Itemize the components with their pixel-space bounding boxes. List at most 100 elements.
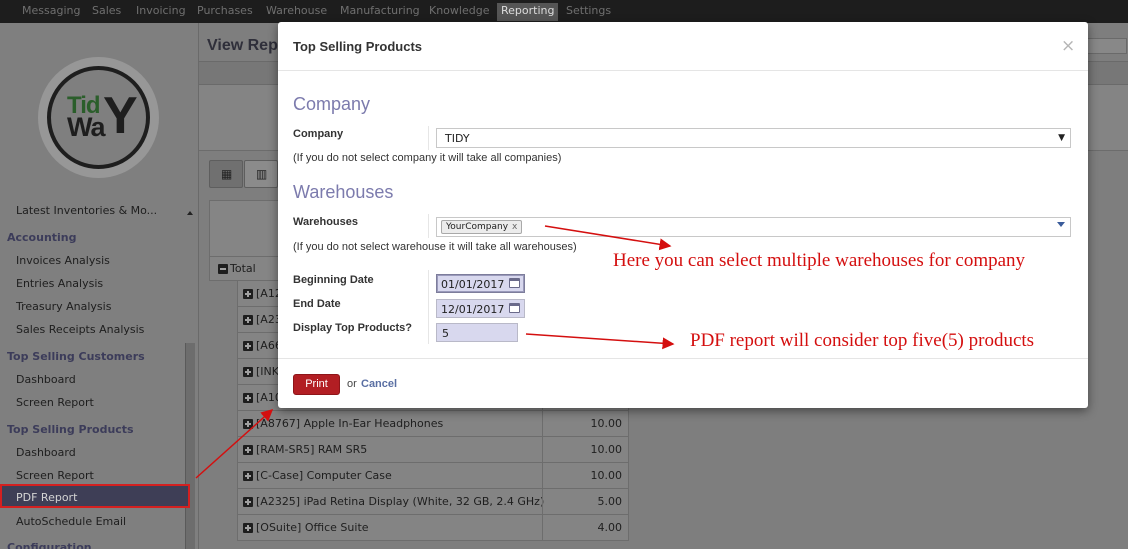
logo-text-way: Wa (67, 112, 105, 142)
sidebar-item-products-dashboard[interactable]: Dashboard (16, 446, 76, 459)
expand-icon[interactable] (243, 367, 253, 377)
company-field-label: Company (293, 128, 344, 140)
logo-text-y: Y (103, 87, 138, 145)
grid-icon: ▦ (221, 167, 233, 181)
grid-view-button[interactable]: ▦ (209, 160, 243, 188)
beginning-date-input[interactable]: 01/01/2017 (436, 274, 525, 293)
end-date-label: End Date (293, 298, 341, 310)
row-name: [C-Case] Computer Case (256, 469, 392, 482)
cancel-link[interactable]: Cancel (361, 378, 397, 390)
collapse-icon[interactable] (218, 264, 228, 274)
sidebar-section-configuration: Configuration (7, 541, 92, 549)
collapse-caret-icon[interactable] (187, 211, 193, 215)
display-top-products-value: 5 (442, 327, 449, 340)
company-hint: (If you do not select company it will ta… (293, 152, 562, 164)
warehouses-section-title: Warehouses (293, 182, 394, 202)
row-value: 4.00 (542, 515, 630, 540)
expand-icon[interactable] (243, 445, 253, 455)
row-name: [OSuite] Office Suite (256, 521, 369, 534)
field-separator (428, 126, 429, 150)
table-row[interactable]: [A2325] iPad Retina Display (White, 32 G… (237, 489, 629, 515)
row-value: 10.00 (542, 411, 630, 436)
sidebar-scrollbar[interactable] (185, 343, 195, 549)
company-logo: Tid Wa Y (38, 57, 159, 178)
graph-view-button[interactable]: ▥ (244, 160, 278, 188)
display-top-products-input[interactable]: 5 (436, 323, 518, 342)
row-name: [INK (256, 365, 279, 378)
end-date-value: 12/01/2017 (441, 303, 505, 316)
page-title: View Rep (207, 37, 278, 54)
total-label: Total (230, 262, 256, 275)
sidebar-section-accounting: Accounting (7, 231, 77, 244)
menu-manufacturing[interactable]: Manufacturing (340, 4, 420, 17)
sidebar-item-customers-screen-report[interactable]: Screen Report (16, 396, 94, 409)
end-date-input[interactable]: 12/01/2017 (436, 299, 525, 318)
warehouses-hint: (If you do not select warehouse it will … (293, 241, 577, 253)
menu-reporting[interactable]: Reporting (497, 3, 559, 21)
expand-icon[interactable] (243, 523, 253, 533)
warehouse-tag-label: YourCompany (446, 222, 509, 232)
close-icon[interactable]: × (1061, 36, 1075, 56)
calendar-icon[interactable] (509, 278, 520, 288)
sidebar-item-pdf-report[interactable]: PDF Report (0, 484, 190, 508)
dialog-header: Top Selling Products × (278, 22, 1088, 71)
dropdown-arrow-icon: ▼ (1058, 133, 1065, 143)
search-box[interactable] (1086, 38, 1127, 54)
row-name: [A2325] iPad Retina Display (White, 32 G… (256, 495, 545, 508)
menu-warehouse[interactable]: Warehouse (266, 4, 327, 17)
annotation-warehouses: Here you can select multiple warehouses … (613, 250, 1026, 271)
sidebar-section-top-selling-customers: Top Selling Customers (7, 350, 145, 363)
table-row[interactable]: [C-Case] Computer Case 10.00 (237, 463, 629, 489)
calendar-icon[interactable] (509, 303, 520, 313)
row-value: 10.00 (542, 437, 630, 462)
sidebar: Tid Wa Y Latest Inventories & Mo... Acco… (0, 23, 198, 549)
row-value: 10.00 (542, 463, 630, 488)
menu-purchases[interactable]: Purchases (197, 4, 253, 17)
print-button[interactable]: Print (293, 374, 340, 395)
sidebar-item-entries-analysis[interactable]: Entries Analysis (16, 277, 103, 290)
sidebar-item-customers-dashboard[interactable]: Dashboard (16, 373, 76, 386)
beginning-date-label: Beginning Date (293, 274, 374, 286)
dialog-footer: Print or Cancel (278, 358, 1088, 408)
company-select[interactable]: TIDY ▼ (436, 128, 1071, 148)
sidebar-item-pdf-report-label: PDF Report (16, 491, 78, 504)
menu-sales[interactable]: Sales (92, 4, 121, 17)
row-value: 5.00 (542, 489, 630, 514)
beginning-date-value: 01/01/2017 (441, 278, 505, 291)
sidebar-item-latest-inventories[interactable]: Latest Inventories & Mo... (16, 204, 157, 217)
warehouses-field-label: Warehouses (293, 216, 359, 228)
expand-icon[interactable] (243, 497, 253, 507)
expand-icon[interactable] (243, 419, 253, 429)
company-section-title: Company (293, 94, 371, 114)
warehouses-multiselect[interactable]: YourCompany x (436, 217, 1071, 237)
sidebar-item-products-screen-report[interactable]: Screen Report (16, 469, 94, 482)
table-row[interactable]: [OSuite] Office Suite 4.00 (237, 515, 629, 541)
menu-messaging[interactable]: Messaging (22, 4, 80, 17)
annotation-top-products: PDF report will consider top five(5) pro… (690, 330, 1035, 351)
row-name: [A8767] Apple In-Ear Headphones (256, 417, 444, 430)
dropdown-arrow-icon[interactable] (1057, 222, 1065, 227)
menu-invoicing[interactable]: Invoicing (136, 4, 186, 17)
sidebar-item-invoices-analysis[interactable]: Invoices Analysis (16, 254, 110, 267)
sidebar-item-autoschedule-email[interactable]: AutoSchedule Email (16, 515, 126, 528)
table-row[interactable]: [A8767] Apple In-Ear Headphones 10.00 (237, 411, 629, 437)
warehouse-tag: YourCompany x (441, 220, 523, 234)
sidebar-section-top-selling-products: Top Selling Products (7, 423, 134, 436)
or-text: or (347, 378, 357, 390)
dialog-title: Top Selling Products (293, 39, 423, 54)
field-separator (428, 270, 429, 344)
company-select-value: TIDY (445, 132, 470, 145)
expand-icon[interactable] (243, 393, 253, 403)
row-name: [RAM-SR5] RAM SR5 (256, 443, 368, 456)
expand-icon[interactable] (243, 471, 253, 481)
menu-knowledge[interactable]: Knowledge (429, 4, 489, 17)
display-top-products-label: Display Top Products? (293, 322, 412, 334)
remove-tag-icon[interactable]: x (512, 222, 517, 232)
menu-settings[interactable]: Settings (566, 4, 611, 17)
expand-icon[interactable] (243, 341, 253, 351)
sidebar-item-sales-receipts-analysis[interactable]: Sales Receipts Analysis (16, 323, 144, 336)
expand-icon[interactable] (243, 289, 253, 299)
table-row[interactable]: [RAM-SR5] RAM SR5 10.00 (237, 437, 629, 463)
sidebar-item-treasury-analysis[interactable]: Treasury Analysis (16, 300, 111, 313)
expand-icon[interactable] (243, 315, 253, 325)
